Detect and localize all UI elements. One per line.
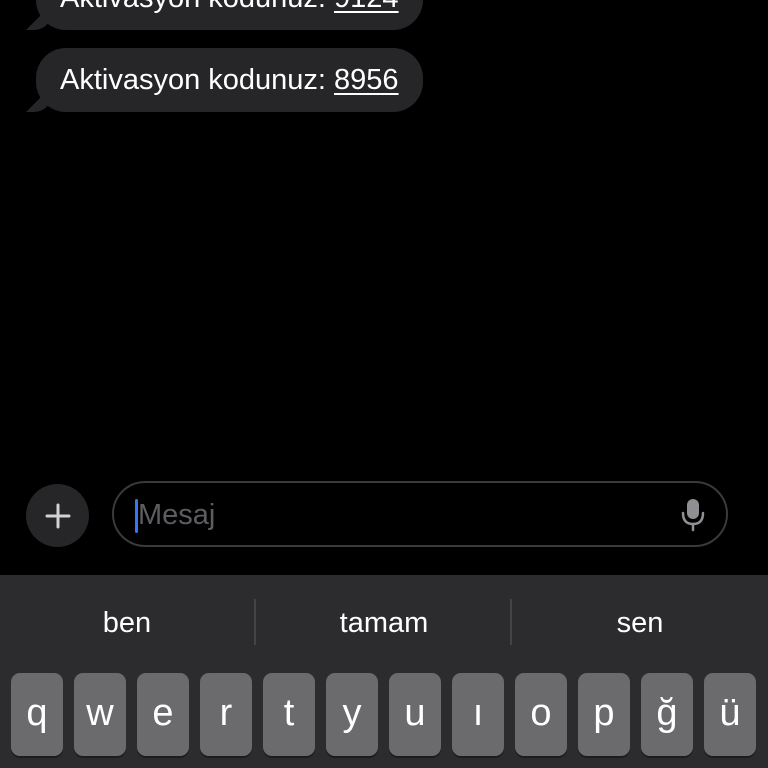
key-dotless-i[interactable]: ı <box>452 673 504 756</box>
message-input[interactable] <box>138 489 658 541</box>
key-g-breve[interactable]: ğ <box>641 673 693 756</box>
suggestion-item[interactable]: sen <box>513 597 767 649</box>
plus-icon <box>45 503 70 528</box>
activation-code-link[interactable]: 9124 <box>334 0 399 14</box>
predictive-bar: ben tamam sen <box>0 575 768 669</box>
key-t[interactable]: t <box>263 673 315 756</box>
dictation-button[interactable] <box>676 497 710 533</box>
key-p[interactable]: p <box>578 673 630 756</box>
message-bubble[interactable]: Aktivasyon kodunuz: 8956 <box>26 48 423 112</box>
message-text: Aktivasyon kodunuz: <box>60 64 335 96</box>
message-thread: Aktivasyon kodunuz: 9124 Aktivasyon kodu… <box>0 0 768 470</box>
message-bubble[interactable]: Aktivasyon kodunuz: 9124 <box>26 0 423 30</box>
key-w[interactable]: w <box>74 673 126 756</box>
key-r[interactable]: r <box>200 673 252 756</box>
message-text: Aktivasyon kodunuz: <box>60 0 334 14</box>
key-u[interactable]: u <box>389 673 441 756</box>
suggestion-divider <box>510 599 512 645</box>
activation-code-link[interactable]: 8956 <box>334 64 399 96</box>
suggestion-item[interactable]: ben <box>0 597 254 649</box>
key-u-umlaut[interactable]: ü <box>704 673 756 756</box>
key-e[interactable]: e <box>137 673 189 756</box>
keyboard: ben tamam sen q w e r t y u ı o p ğ ü <box>0 575 768 768</box>
add-attachment-button[interactable] <box>26 484 89 547</box>
suggestion-divider <box>254 599 256 645</box>
message-field[interactable] <box>112 481 728 547</box>
key-q[interactable]: q <box>11 673 63 756</box>
microphone-icon <box>681 499 705 532</box>
bubble-tail <box>26 4 52 30</box>
bubble-tail <box>26 86 52 112</box>
suggestion-item[interactable]: tamam <box>257 597 511 649</box>
key-y[interactable]: y <box>326 673 378 756</box>
key-o[interactable]: o <box>515 673 567 756</box>
key-row-1: q w e r t y u ı o p ğ ü <box>0 673 768 768</box>
compose-bar <box>0 478 768 568</box>
